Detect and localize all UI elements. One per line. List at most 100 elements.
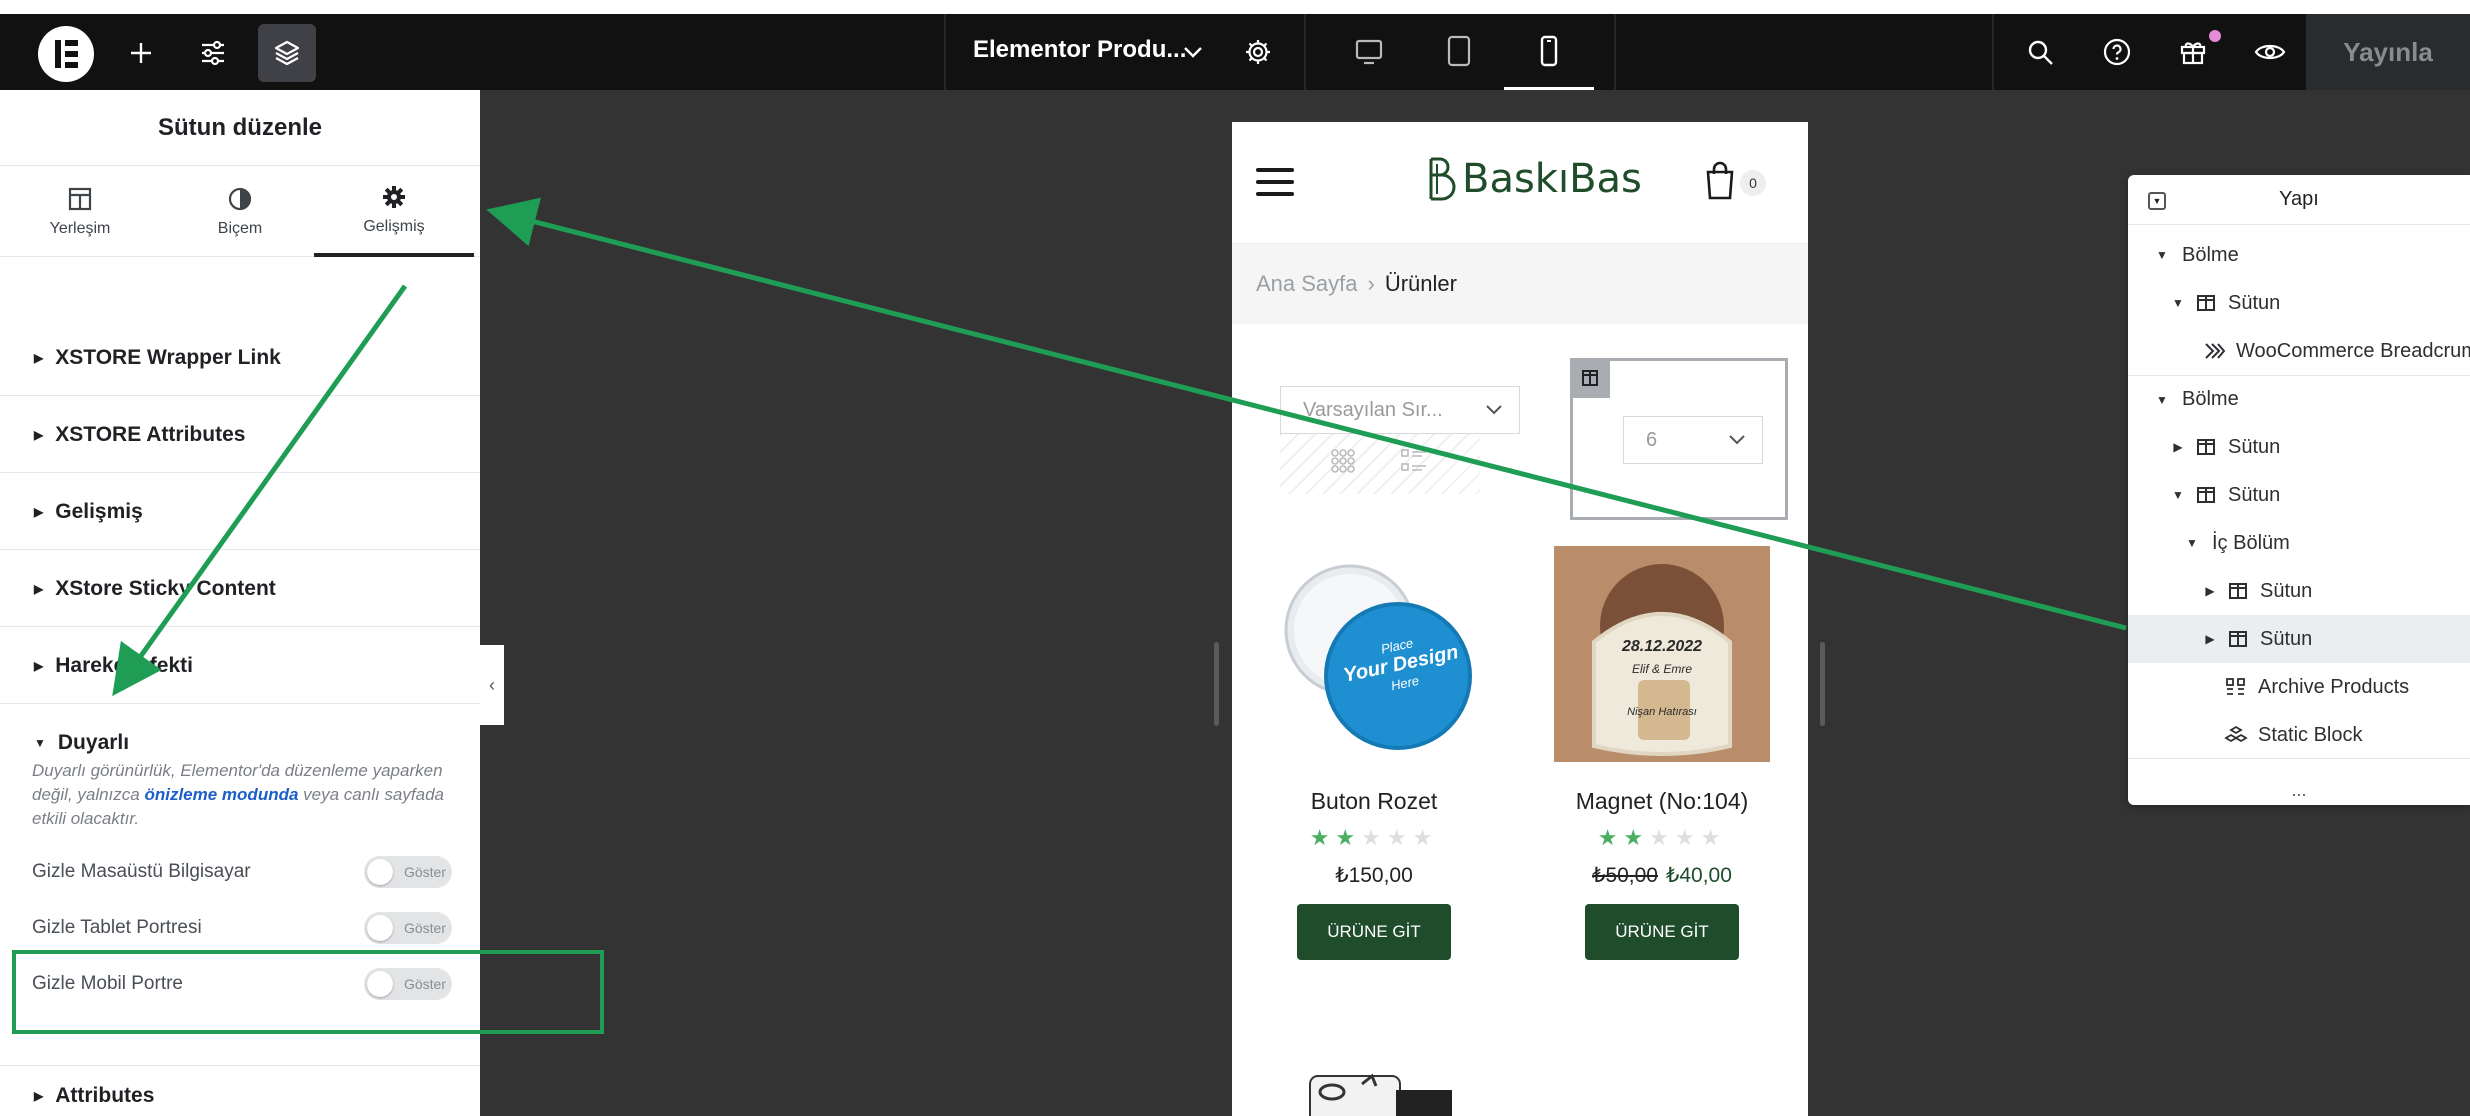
node-label: İç Bölüm [2212,531,2290,554]
section-xstore-wrapper-link[interactable]: ▶ XSTORE Wrapper Link [0,320,480,396]
caret-right-icon[interactable]: ▶ [2168,440,2188,454]
product-name[interactable]: Magnet (No:104) [1538,788,1786,815]
site-settings-button[interactable] [184,24,242,82]
section-motion-effects[interactable]: ▶ Hareket efekti [0,628,480,704]
contrast-icon [228,187,252,211]
tree-node-column[interactable]: ▼ Sütun [2128,279,2470,327]
add-element-button[interactable] [112,24,170,82]
structure-resize-handle[interactable]: ... [2128,758,2470,805]
tab-style[interactable]: Biçem [160,167,320,257]
tree-node-widget[interactable]: WooCommerce Breadcrumb [2128,327,2470,375]
layers-icon [274,40,300,66]
hide-tablet-control: Gizle Tablet Portresi Göster [32,910,452,946]
structure-button[interactable] [258,24,316,82]
top-bar: Elementor Produ... Yayınla [0,0,2470,90]
view-switcher-placeholder [1280,434,1480,494]
gift-icon[interactable] [2178,36,2208,66]
caret-down-icon[interactable]: ▼ [2152,248,2172,262]
hide-tablet-toggle[interactable]: Göster [364,912,452,944]
resize-handle-right[interactable] [1820,642,1825,726]
publish-button[interactable]: Yayınla [2306,14,2470,90]
control-label: Gizle Tablet Portresi [32,917,202,938]
plus-icon [131,43,151,63]
caret-right-icon[interactable]: ▶ [2200,584,2220,598]
tree-node-column[interactable]: ▶ Sütun [2128,423,2470,471]
column-icon [2226,581,2250,601]
product-image-magnet[interactable]: 28.12.2022 Elif & Emre Nişan Hatırası [1554,546,1770,762]
tree-node-column[interactable]: ▶ Sütun [2128,567,2470,615]
site-logo[interactable]: BaskıBas [1426,156,1642,202]
help-icon[interactable] [2102,37,2132,67]
node-label: Sütun [2228,483,2281,506]
tree-node-widget[interactable]: Static Block [2128,711,2470,759]
device-active-indicator [1504,87,1594,90]
eye-icon[interactable] [2254,40,2286,64]
caret-right-icon: ▶ [34,504,44,519]
desktop-icon[interactable] [1354,38,1384,66]
preview-mode-link[interactable]: önizleme modunda [144,785,298,804]
list-view-icon[interactable] [1400,448,1428,474]
tree-node-column[interactable]: ▼ Sütun [2128,471,2470,519]
product-name[interactable]: Buton Rozet [1250,788,1498,815]
caret-down-icon[interactable]: ▼ [2168,488,2188,502]
price-current: ₺150,00 [1335,864,1413,887]
tab-advanced[interactable]: Gelişmiş [314,167,474,257]
section-advanced[interactable]: ▶ Gelişmiş [0,474,480,550]
dropdown-icon[interactable]: ▼ [2148,192,2166,210]
section-label: Attributes [55,1083,155,1107]
image-caption: 28.12.2022 [1621,638,1703,655]
caret-down-icon[interactable]: ▼ [2152,393,2172,407]
tree-node-widget[interactable]: Archive Products [2128,663,2470,711]
price-current: ₺40,00 [1666,864,1732,887]
product-price: ₺50,00 ₺40,00 [1538,863,1786,888]
column-icon [2194,485,2218,505]
caret-right-icon: ▶ [34,350,44,365]
structure-title: Yapı [2279,188,2319,210]
mobile-icon[interactable] [1538,34,1560,68]
go-to-product-button[interactable]: ÜRÜNE GİT [1297,904,1451,960]
caret-down-icon[interactable]: ▼ [2168,296,2188,310]
caret-right-icon: ▶ [34,581,44,596]
elementor-logo[interactable] [38,26,94,82]
gear-icon[interactable] [1244,38,1272,66]
node-label: Archive Products [2258,675,2410,698]
tree-node-section[interactable]: ▼ Bölme [2128,375,2470,423]
document-title[interactable]: Elementor Produ... [973,36,1186,64]
product-card[interactable]: 28.12.2022 Elif & Emre Nişan Hatırası Ma… [1538,546,1786,960]
product-image-button-badge[interactable]: Place Your Design Here [1266,546,1482,762]
search-icon[interactable] [2026,38,2056,68]
mobile-preview: BaskıBas 0 Ana Sayfa › Ürünler Varsayıla… [1232,122,1808,1116]
tab-layout[interactable]: Yerleşim [0,167,160,257]
product-image-partial[interactable] [1306,1066,1452,1116]
column-handle[interactable] [1570,358,1610,398]
column-icon [2226,629,2250,649]
tree-node-column-selected[interactable]: ▶ Sütun [2128,615,2470,663]
resize-handle-left[interactable] [1214,642,1219,726]
section-xstore-attributes[interactable]: ▶ XSTORE Attributes [0,397,480,473]
section-attributes[interactable]: ▶ Attributes [0,1065,480,1116]
hide-desktop-toggle[interactable]: Göster [364,856,452,888]
per-page-select[interactable]: 6 [1623,416,1763,464]
go-to-product-button[interactable]: ÜRÜNE GİT [1585,904,1739,960]
collapse-panel-button[interactable]: ‹ [480,645,504,725]
cart-icon[interactable] [1704,160,1736,200]
control-label: Gizle Masaüstü Bilgisayar [32,861,251,882]
caret-right-icon[interactable]: ▶ [2200,632,2220,646]
tree-node-section[interactable]: ▼ Bölme [2128,231,2470,279]
tablet-icon[interactable] [1446,34,1472,68]
gear-icon [383,186,405,208]
grid-view-icon[interactable] [1330,448,1356,474]
chevron-down-icon [1486,405,1502,415]
node-label: Sütun [2228,291,2281,314]
chevron-down-icon [1729,435,1745,445]
sort-select[interactable]: Varsayılan Sır... [1280,386,1520,434]
notification-dot [2209,30,2221,42]
structure-header[interactable]: ▼ Yapı [2128,175,2470,225]
breadcrumb-home[interactable]: Ana Sayfa [1256,271,1358,297]
chevron-down-icon[interactable] [1182,44,1204,60]
product-card[interactable]: Place Your Design Here Buton Rozet ★★★★★… [1250,546,1498,960]
caret-down-icon[interactable]: ▼ [2182,536,2202,550]
section-xstore-sticky-content[interactable]: ▶ XStore Sticky Content [0,551,480,627]
tree-node-inner-section[interactable]: ▼ İç Bölüm [2128,519,2470,567]
selected-column-outline[interactable]: 6 [1570,358,1788,520]
